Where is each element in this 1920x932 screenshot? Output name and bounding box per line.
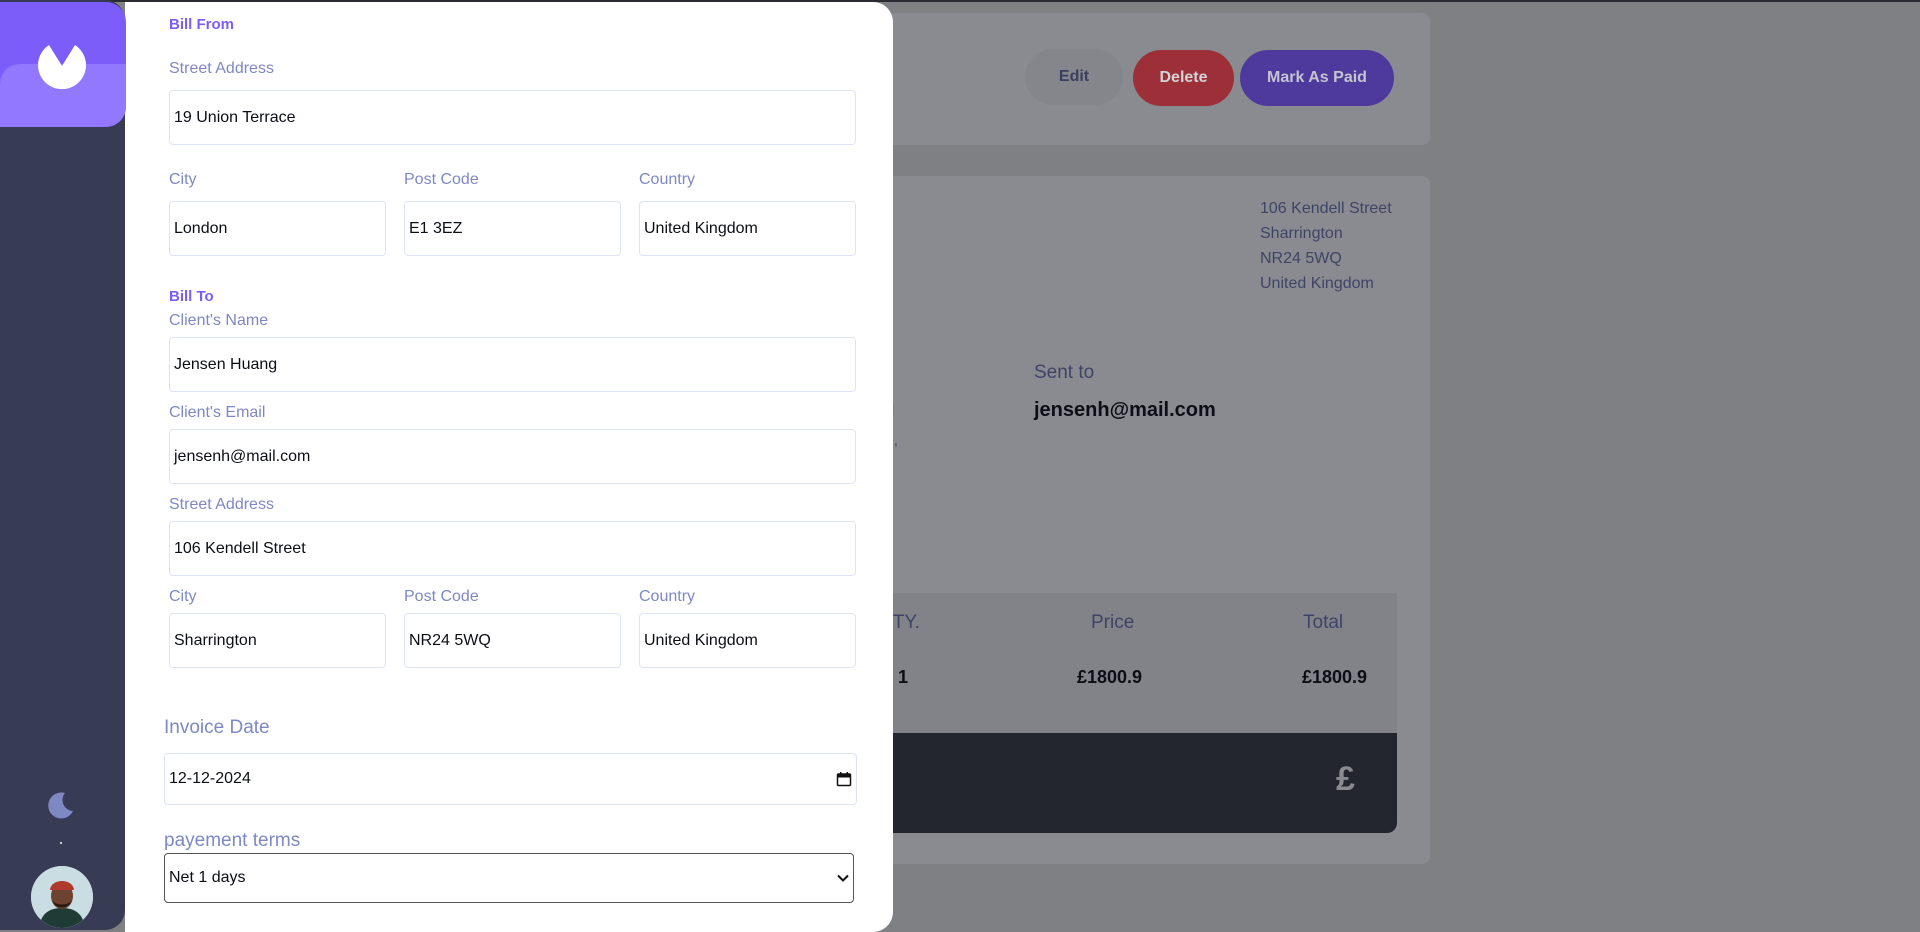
city-label: City: [169, 171, 197, 188]
bill-to-title: Bill To: [169, 288, 214, 305]
invoice-date-label: Invoice Date: [164, 717, 270, 738]
client-email-input[interactable]: jensenh@mail.com: [169, 429, 856, 484]
bill-from-city-input[interactable]: London: [169, 201, 386, 256]
invoice-date-input[interactable]: 12-12-2024: [164, 753, 857, 805]
item-qty: 1: [898, 667, 909, 687]
sent-to-label: Sent to: [1034, 362, 1095, 383]
client-address-line: United Kingdom: [1260, 275, 1374, 292]
logo-icon: [38, 45, 86, 90]
client-street-input[interactable]: 106 Kendell Street: [169, 521, 856, 576]
moon-icon[interactable]: [46, 790, 76, 820]
client-email-label: Client's Email: [169, 404, 266, 421]
price-header: Price: [1091, 612, 1135, 633]
delete-button[interactable]: Delete: [1133, 50, 1234, 106]
avatar-image: [31, 866, 93, 928]
client-address-line: NR24 5WQ: [1260, 250, 1342, 267]
street-address-label: Street Address: [169, 496, 274, 513]
client-country-input[interactable]: United Kingdom: [639, 613, 856, 668]
total-header: Total: [1303, 612, 1344, 633]
address-fragment: ,: [894, 432, 898, 448]
chevron-down-icon: [837, 874, 849, 882]
bill-from-title: Bill From: [169, 16, 235, 33]
client-postcode-input[interactable]: NR24 5WQ: [404, 613, 621, 668]
country-label: Country: [639, 171, 696, 188]
post-code-label: Post Code: [404, 171, 479, 188]
item-total: £1800.9: [1302, 667, 1368, 687]
bill-from-postcode-input[interactable]: E1 3EZ: [404, 201, 621, 256]
client-name-label: Client's Name: [169, 312, 269, 329]
payment-terms-value: Net 1 days: [169, 869, 246, 886]
logo[interactable]: [0, 2, 126, 127]
calendar-icon[interactable]: [836, 771, 852, 787]
sidebar: [0, 0, 126, 930]
city-label: City: [169, 588, 197, 605]
client-address-line: Sharrington: [1260, 225, 1343, 242]
bill-from-street-input[interactable]: 19 Union Terrace: [169, 90, 856, 145]
country-label: Country: [639, 588, 696, 605]
payment-terms-select[interactable]: Net 1 days: [164, 853, 854, 903]
client-city-input[interactable]: Sharrington: [169, 613, 386, 668]
street-address-label: Street Address: [169, 60, 274, 77]
client-name-input[interactable]: Jensen Huang: [169, 337, 856, 392]
payment-terms-label: payement terms: [164, 830, 301, 851]
avatar[interactable]: [31, 866, 93, 928]
divider-dot: [60, 842, 62, 844]
currency-symbol: £: [1336, 760, 1355, 798]
invoice-date-value: 12-12-2024: [169, 770, 251, 787]
mark-as-paid-button[interactable]: Mark As Paid: [1240, 50, 1394, 106]
bill-from-country-input[interactable]: United Kingdom: [639, 201, 856, 256]
client-address-line: 106 Kendell Street: [1260, 200, 1392, 217]
post-code-label: Post Code: [404, 588, 479, 605]
amount-due-bar: [870, 733, 1397, 833]
edit-button[interactable]: Edit: [1025, 49, 1123, 105]
item-price: £1800.9: [1077, 667, 1143, 687]
sent-to-email: jensenh@mail.com: [1034, 399, 1216, 421]
